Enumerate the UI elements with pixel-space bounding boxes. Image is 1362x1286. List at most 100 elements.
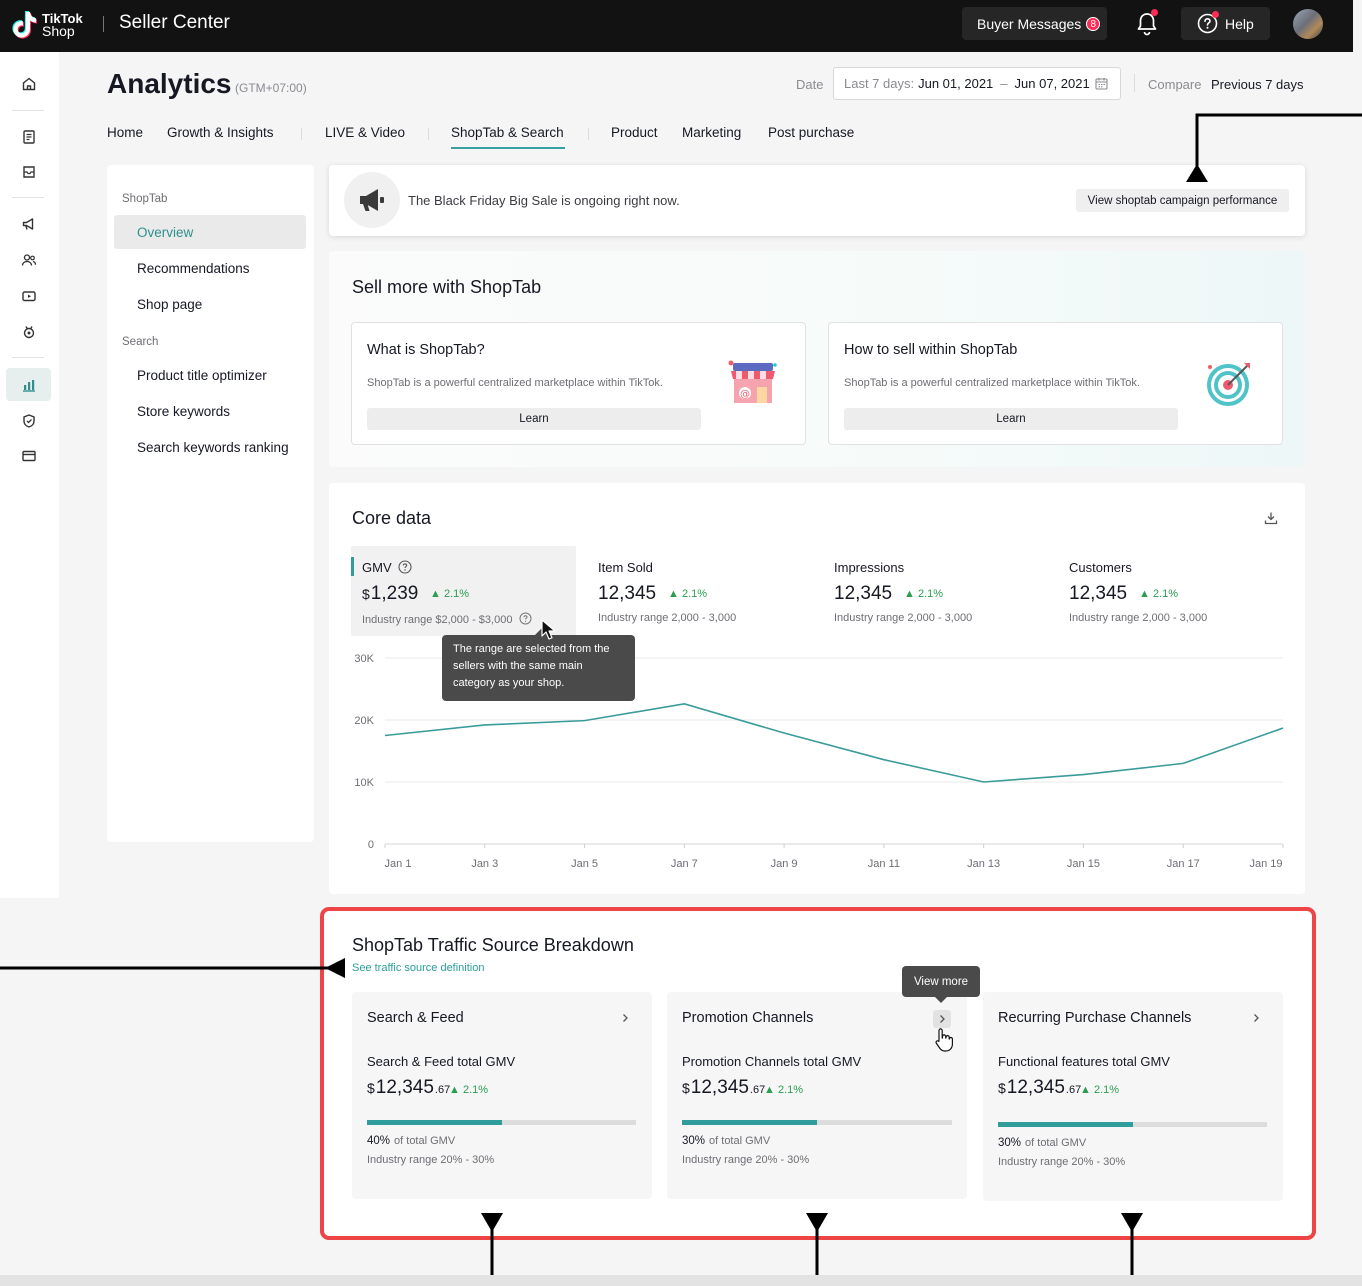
industry-range: Industry range $2,000 - $3,000	[362, 612, 532, 628]
home-icon[interactable]	[6, 67, 51, 100]
subnav-item-product-title-optimizer[interactable]: Product title optimizer	[114, 358, 306, 392]
traffic-card-value: $12,345.67	[998, 1077, 1081, 1099]
traffic-card-title: Search & Feed	[367, 1010, 464, 1026]
industry-range: Industry range 2,000 - 3,000	[1069, 612, 1208, 624]
tab-home[interactable]: Home	[107, 125, 143, 140]
tab-growth-insights[interactable]: Growth & Insights	[167, 125, 274, 140]
buyer-messages-count-badge: 8	[1086, 16, 1101, 31]
customers-icon[interactable]	[6, 243, 51, 276]
page-title: Analytics	[107, 68, 232, 99]
value-decimal: .67	[749, 1084, 766, 1096]
subnav-item-overview[interactable]: Overview	[114, 215, 306, 249]
metric-delta: ▲ 2.1%	[904, 588, 943, 600]
delta-value: 2.1%	[462, 1084, 489, 1096]
card-description: ShopTab is a powerful centralized market…	[844, 377, 1140, 389]
learn-button[interactable]: Learn	[367, 408, 701, 430]
industry-range: Industry range 20% - 30%	[682, 1154, 810, 1166]
share-label: of total GMV	[709, 1135, 771, 1147]
chevron-right-icon[interactable]	[933, 1010, 951, 1028]
live-video-icon[interactable]	[6, 279, 51, 312]
notifications-bell-icon[interactable]	[1135, 9, 1159, 37]
subnav-item-store-keywords[interactable]: Store keywords	[114, 394, 306, 428]
learn-button[interactable]: Learn	[844, 408, 1178, 430]
value-decimal: .67	[1065, 1084, 1082, 1096]
metric-delta-value: 2.1%	[681, 588, 708, 600]
tab-product[interactable]: Product	[611, 125, 658, 140]
traffic-card-value: $12,345.67	[367, 1077, 450, 1099]
compare-period-select[interactable]: Previous 7 days	[1211, 77, 1304, 92]
date-end: Jun 07, 2021	[1014, 76, 1090, 91]
date-range-prefix: Last 7 days:	[844, 76, 915, 91]
x-tick-label: Jan 11	[868, 858, 900, 870]
chevron-right-icon[interactable]	[618, 1011, 632, 1025]
finance-card-icon[interactable]	[6, 439, 51, 472]
x-tick-label: Jan 19	[1249, 858, 1282, 870]
active-tab-indicator	[451, 147, 565, 149]
timezone-label: (GTM+07:00)	[235, 81, 307, 95]
growth-badge-icon[interactable]	[6, 315, 51, 348]
share-progress-fill	[998, 1122, 1133, 1127]
logo-line-2: Shop	[42, 23, 75, 39]
help-button[interactable]: Help	[1181, 7, 1270, 40]
date-range-picker[interactable]: Last 7 days: Jun 01, 2021 – Jun 07, 2021	[833, 67, 1121, 100]
banner-message: The Black Friday Big Sale is ongoing rig…	[408, 193, 680, 208]
x-tick-label: Jan 3	[471, 858, 498, 870]
tab-marketing[interactable]: Marketing	[682, 125, 741, 140]
orders-icon[interactable]	[6, 120, 51, 153]
info-icon[interactable]	[519, 612, 532, 628]
traffic-card-value: $12,345.67	[682, 1077, 765, 1099]
shield-icon[interactable]	[6, 404, 51, 437]
tiktok-shop-logo[interactable]: TikTok Shop	[12, 10, 83, 40]
traffic-source-title: ShopTab Traffic Source Breakdown	[352, 935, 634, 955]
currency-symbol: $	[362, 586, 370, 602]
help-icon[interactable]	[398, 560, 412, 577]
traffic-card-recurring-purchase[interactable]: Recurring Purchase Channels Functional f…	[983, 992, 1283, 1201]
download-icon[interactable]	[1264, 511, 1278, 530]
x-tick-label: Jan 5	[571, 858, 598, 870]
user-avatar[interactable]	[1293, 9, 1323, 39]
bottom-scroll-area	[0, 1275, 1362, 1286]
help-label: Help	[1225, 15, 1254, 32]
analytics-chart-icon[interactable]	[6, 368, 51, 401]
hand-cursor-icon	[932, 1027, 956, 1058]
metric-number: 1,239	[370, 583, 419, 604]
tab-divider	[428, 128, 429, 140]
marketing-megaphone-icon[interactable]	[6, 207, 51, 240]
tab-divider	[301, 128, 302, 140]
subnav-item-shop-page[interactable]: Shop page	[114, 287, 306, 321]
metric-card-customers[interactable]: Customers 12,345 ▲ 2.1% Industry range 2…	[1058, 546, 1283, 636]
metric-label: Item Sold	[598, 560, 653, 575]
x-tick-label: Jan 7	[671, 858, 698, 870]
metric-card-impressions[interactable]: Impressions 12,345 ▲ 2.1% Industry range…	[823, 546, 1048, 636]
what-is-shoptab-card: What is ShopTab? ShopTab is a powerful c…	[351, 322, 806, 445]
y-tick-label: 20K	[354, 715, 374, 727]
subnav-item-recommendations[interactable]: Recommendations	[114, 251, 306, 285]
up-arrow-icon: ▲	[1080, 1084, 1091, 1096]
products-box-icon[interactable]	[6, 155, 51, 188]
chevron-right-icon[interactable]	[1249, 1011, 1263, 1025]
buyer-messages-button[interactable]: Buyer Messages 8	[962, 7, 1107, 40]
traffic-card-subtitle: Search & Feed total GMV	[367, 1054, 516, 1069]
rail-divider	[12, 357, 44, 358]
traffic-card-subtitle: Promotion Channels total GMV	[682, 1054, 862, 1069]
traffic-source-definition-link[interactable]: See traffic source definition	[352, 962, 484, 974]
metric-card-item-sold[interactable]: Item Sold 12,345 ▲ 2.1% Industry range 2…	[587, 546, 812, 636]
up-arrow-icon: ▲	[764, 1084, 775, 1096]
view-campaign-performance-button[interactable]: View shoptab campaign performance	[1076, 189, 1289, 212]
metric-value: $1,239	[362, 583, 418, 605]
subnav-item-search-keywords-ranking[interactable]: Search keywords ranking	[114, 430, 306, 464]
share-label: of total GMV	[1025, 1137, 1087, 1149]
traffic-card-search-feed[interactable]: Search & Feed Search & Feed total GMV $1…	[352, 992, 652, 1199]
seller-center-title[interactable]: Seller Center	[119, 12, 230, 34]
tab-shoptab-search[interactable]: ShopTab & Search	[451, 125, 564, 140]
y-tick-label: 0	[368, 839, 374, 851]
tab-live-video[interactable]: LIVE & Video	[325, 125, 405, 140]
y-tick-label: 10K	[354, 777, 374, 789]
card-title: How to sell within ShopTab	[844, 342, 1018, 358]
x-tick-label: Jan 9	[771, 858, 798, 870]
share-percent: 30%	[682, 1135, 706, 1147]
metric-value: 12,345	[834, 583, 893, 604]
traffic-card-promotion-channels[interactable]: Promotion Channels Promotion Channels to…	[667, 992, 967, 1199]
tab-post-purchase[interactable]: Post purchase	[768, 125, 854, 140]
industry-range-tooltip: The range are selected from the sellers …	[442, 635, 635, 701]
